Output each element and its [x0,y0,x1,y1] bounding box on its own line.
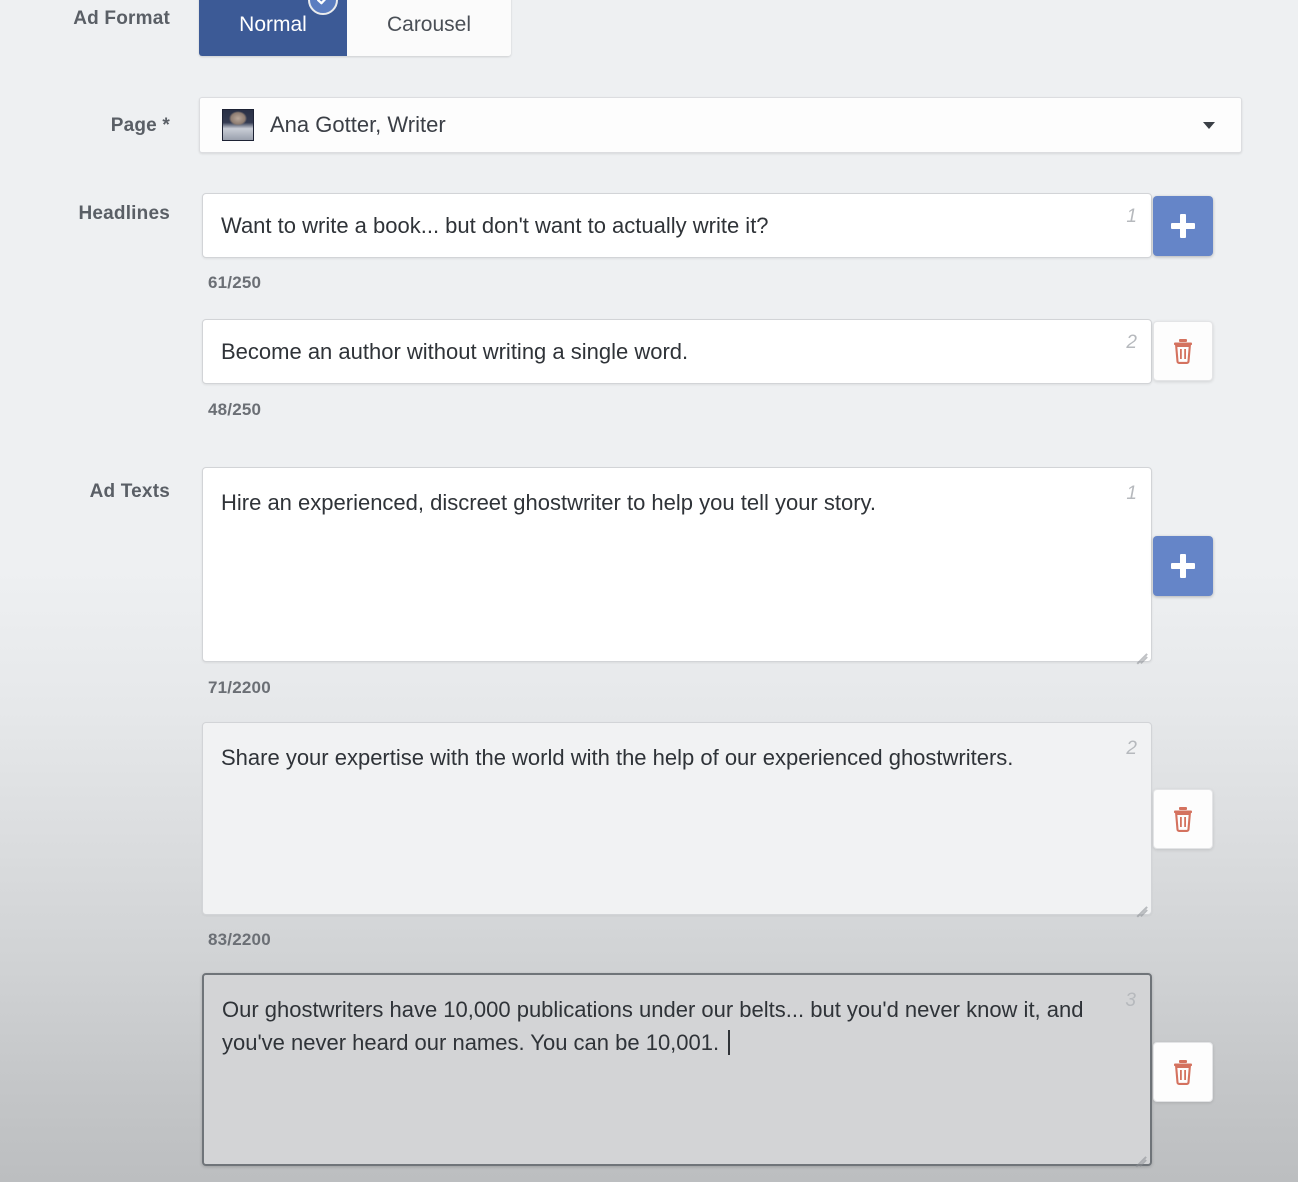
ad-format-label: Ad Format [73,8,170,29]
headline-text-1: Want to write a book... but don't want t… [221,213,769,238]
ad-text-index-2: 2 [1126,738,1137,759]
tab-carousel-label: Carousel [386,13,472,36]
ad-text-input-2[interactable]: Share your expertise with the world with… [202,722,1152,915]
remove-ad-text-button-2[interactable] [1153,789,1213,849]
tab-normal-label: Normal [239,13,307,36]
ad-text-index-1: 1 [1126,483,1137,504]
ad-text-content-1: Hire an experienced, discreet ghostwrite… [221,490,877,515]
headline-index-2: 2 [1126,332,1137,353]
ad-creation-form: Ad Format Normal Carousel Page * Ana Got… [0,0,1298,1182]
resize-handle-icon[interactable] [1133,644,1147,658]
headline-index-1: 1 [1126,206,1137,227]
resize-handle-icon[interactable] [1132,1147,1146,1161]
trash-icon [1171,338,1195,364]
ad-text-content-3: Our ghostwriters have 10,000 publication… [222,993,1094,1059]
page-label: Page * [110,115,170,136]
plus-icon [1170,553,1196,579]
trash-icon [1171,806,1195,832]
ad-text-content-2: Share your expertise with the world with… [221,745,1014,770]
text-cursor [728,1030,731,1055]
page-avatar-image [222,109,254,141]
add-ad-text-button[interactable] [1153,536,1213,596]
ad-text-counter-2: 83/2200 [208,930,271,949]
tab-carousel[interactable]: Carousel [347,0,511,56]
trash-icon [1171,1059,1195,1085]
ad-text-index-3: 3 [1125,990,1136,1011]
tab-normal[interactable]: Normal [199,0,347,56]
remove-headline-button-2[interactable] [1153,321,1213,381]
check-circle-icon [308,0,338,15]
headline-input-2[interactable]: Become an author without writing a singl… [202,319,1152,384]
ad-text-counter-1: 71/2200 [208,678,271,697]
remove-ad-text-button-3[interactable] [1153,1042,1213,1102]
headline-text-2: Become an author without writing a singl… [221,339,689,364]
ad-text-content-3-value: Our ghostwriters have 10,000 publication… [222,997,1090,1055]
page-selected-value: Ana Gotter, Writer [270,112,446,137]
ad-texts-label: Ad Texts [89,481,170,502]
ad-text-input-3[interactable]: Our ghostwriters have 10,000 publication… [202,973,1152,1166]
headline-counter-2: 48/250 [208,400,262,419]
add-headline-button[interactable] [1153,196,1213,256]
ad-format-tabs: Normal Carousel [199,0,511,56]
headline-counter-1: 61/250 [208,273,262,292]
headline-input-1[interactable]: Want to write a book... but don't want t… [202,193,1152,258]
chevron-down-icon[interactable] [1203,121,1215,129]
resize-handle-icon[interactable] [1133,897,1147,911]
page-select[interactable]: Ana Gotter, Writer [199,97,1242,153]
headlines-label: Headlines [78,203,170,224]
plus-icon [1170,213,1196,239]
ad-text-input-1[interactable]: Hire an experienced, discreet ghostwrite… [202,467,1152,662]
